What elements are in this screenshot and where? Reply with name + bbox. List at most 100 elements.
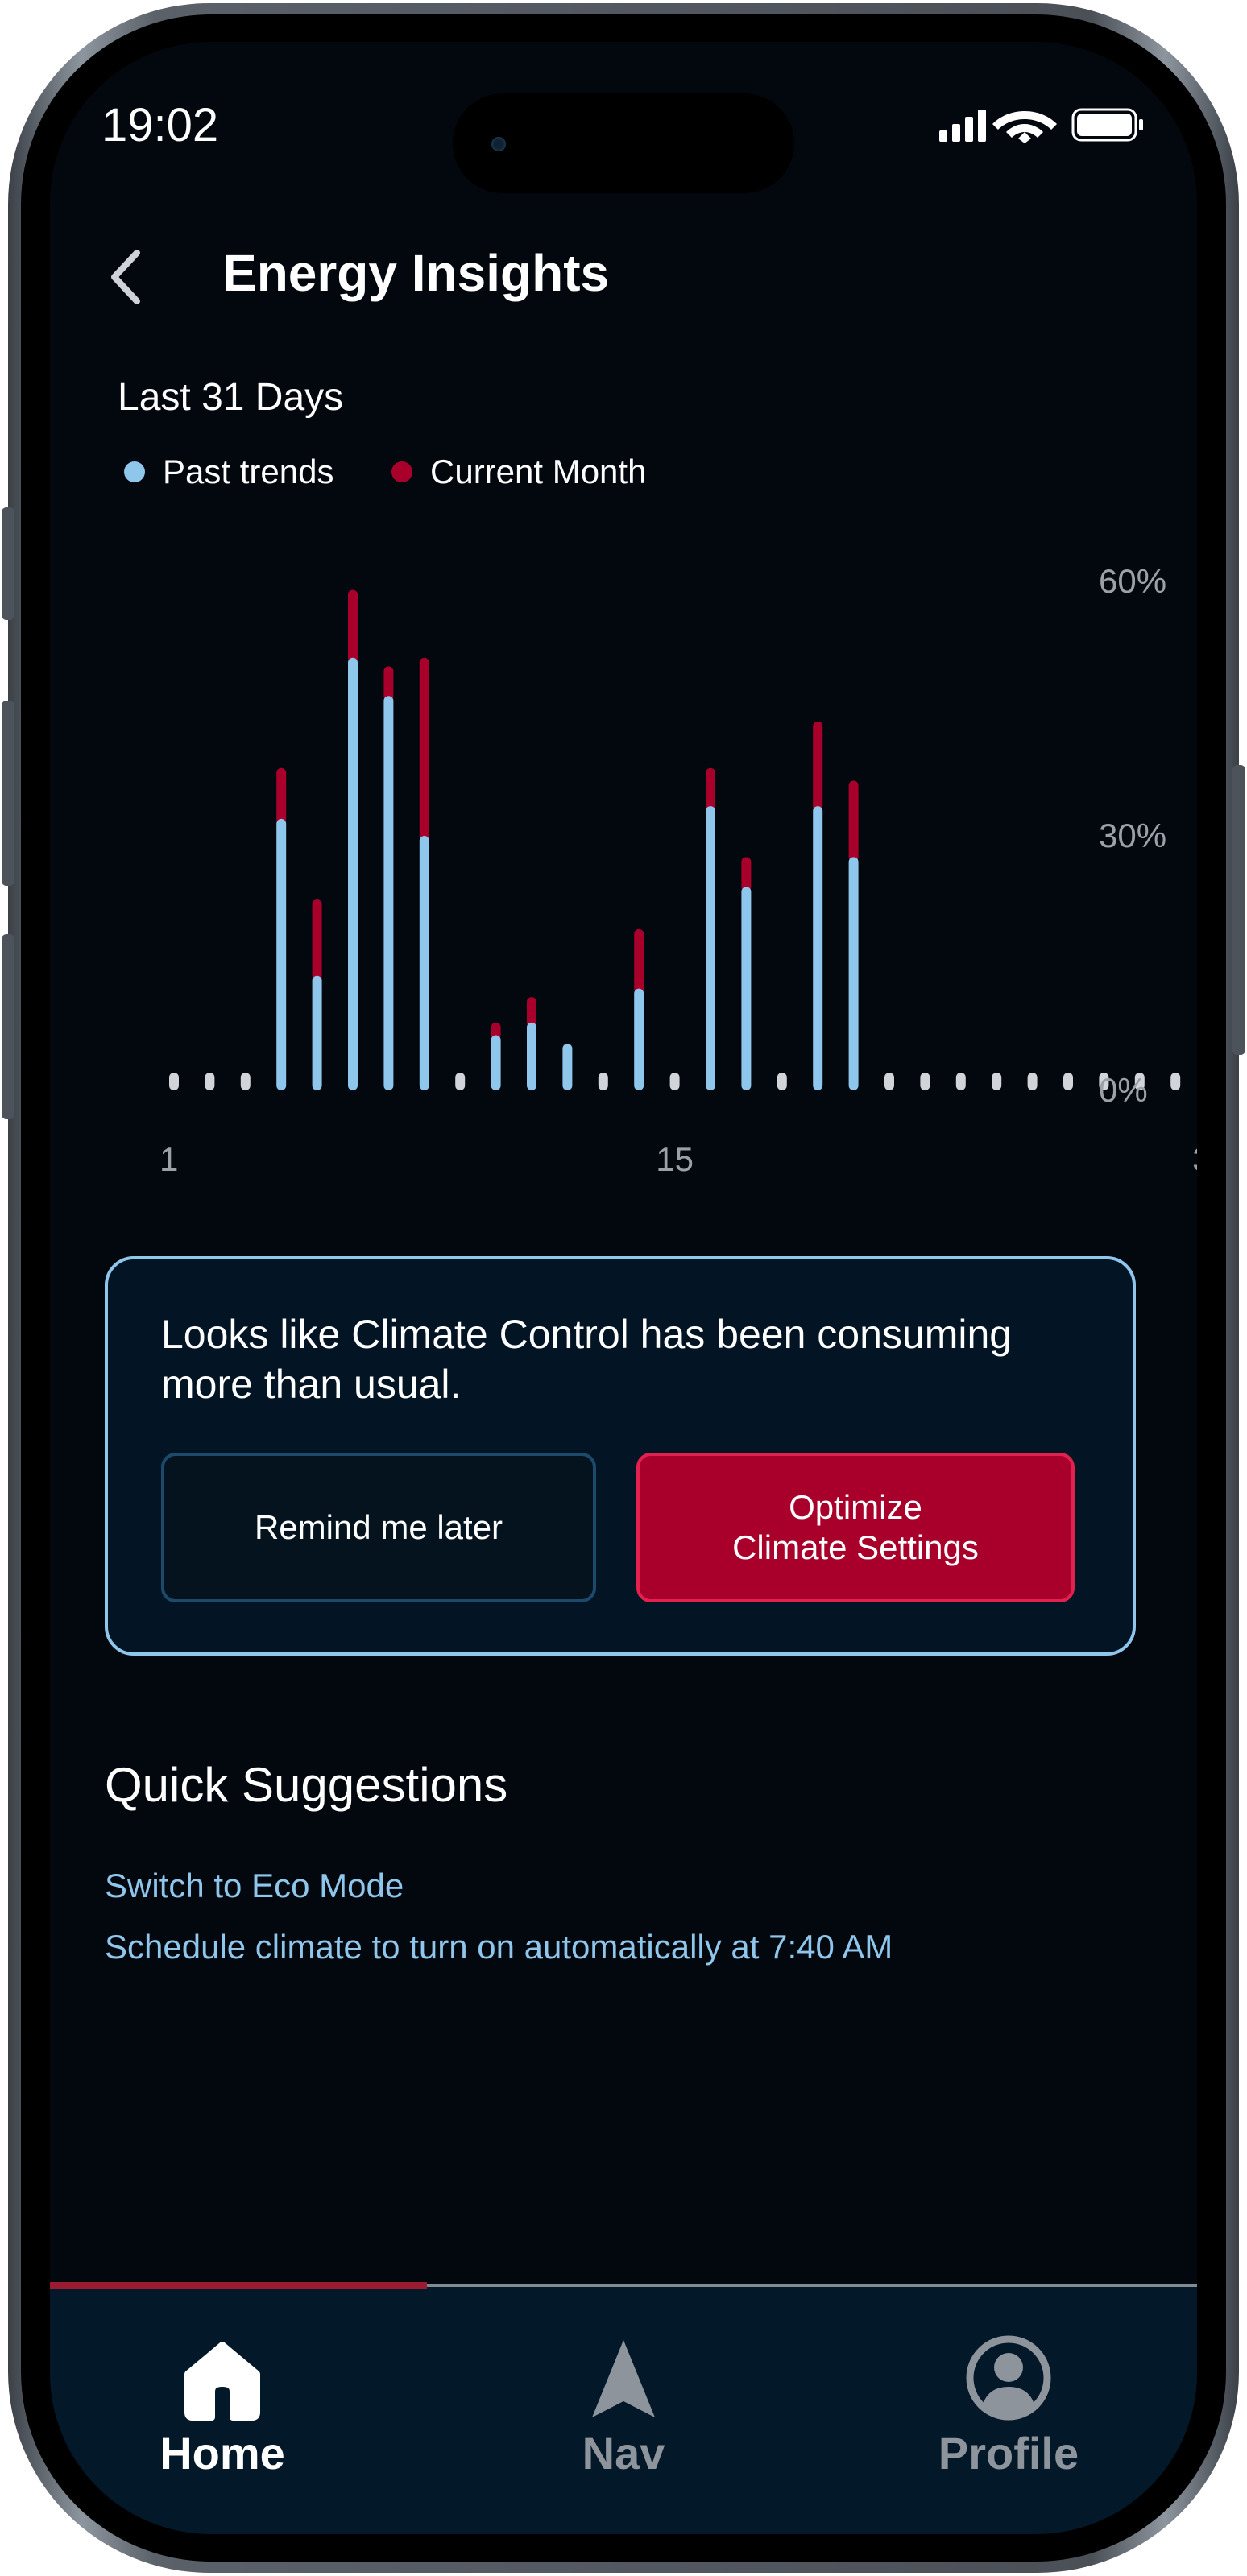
bar-past-trends-day-10 — [491, 1035, 501, 1090]
legend-dot-past-trends — [124, 461, 145, 482]
volume-down-button — [2, 934, 14, 1119]
bar-past-trends-day-7 — [383, 696, 394, 1090]
empty-bar-marker-day-29 — [1170, 1073, 1181, 1090]
bar-past-trends-day-5 — [312, 975, 322, 1090]
legend-item-past-trends: Past trends — [124, 453, 334, 491]
bar-past-trends-day-17 — [741, 887, 752, 1090]
tab-nav-label: Nav — [582, 2428, 665, 2479]
chart-range-label: Last 31 Days — [118, 376, 344, 419]
y-tick-label-1: 30% — [1099, 817, 1166, 854]
bar-day-12 — [562, 1044, 573, 1090]
legend-label-current-month: Current Month — [430, 453, 647, 490]
tab-nav[interactable]: Nav — [478, 2287, 768, 2488]
climate-alert-card: Looks like Climate Control has been cons… — [105, 1256, 1136, 1656]
empty-bar-marker-day-26 — [1063, 1073, 1073, 1090]
bar-day-13 — [598, 1073, 608, 1090]
empty-bar-marker-day-21 — [884, 1073, 894, 1090]
tab-home-label: Home — [160, 2428, 285, 2479]
bar-past-trends-day-19 — [813, 806, 823, 1090]
bar-current-month-day-16 — [706, 767, 715, 812]
bar-day-29 — [1170, 1073, 1181, 1090]
bar-day-26 — [1063, 1073, 1073, 1090]
tab-profile[interactable]: Profile — [864, 2287, 1154, 2488]
bar-current-month-day-17 — [741, 857, 752, 892]
home-icon-shape — [184, 2342, 260, 2421]
x-tick-label-1: 15 — [656, 1140, 694, 1178]
bar-day-18 — [777, 1073, 787, 1090]
bar-past-trends-day-4 — [276, 818, 287, 1090]
tab-profile-label: Profile — [938, 2428, 1079, 2479]
bar-current-month-day-14 — [634, 928, 644, 994]
empty-bar-marker-day-1 — [169, 1073, 179, 1090]
bar-current-month-day-4 — [276, 767, 287, 824]
bar-current-month-day-7 — [383, 666, 394, 701]
bar-past-trends-day-6 — [348, 657, 358, 1090]
active-tab-indicator — [50, 2282, 427, 2289]
alert-message: Looks like Climate Control has been cons… — [161, 1312, 1013, 1407]
chevron-left-icon — [111, 250, 140, 304]
bar-day-6 — [348, 589, 358, 1090]
bar-day-2 — [205, 1073, 215, 1090]
empty-bar-marker-day-15 — [669, 1073, 680, 1090]
page-title: Energy Insights — [222, 244, 610, 302]
bar-day-10 — [491, 1022, 501, 1090]
bar-current-month-day-19 — [813, 721, 823, 812]
bar-day-20 — [848, 780, 859, 1090]
bar-day-23 — [955, 1073, 966, 1090]
cellular-signal-icon — [939, 110, 986, 142]
bar-day-24 — [992, 1073, 1002, 1090]
status-icons — [939, 108, 1143, 143]
bar-day-5 — [312, 899, 322, 1090]
quick-suggestions-title: Quick Suggestions — [105, 1758, 508, 1812]
empty-bar-marker-day-23 — [955, 1073, 966, 1090]
action-button — [2, 507, 14, 620]
back-button[interactable] — [103, 245, 151, 309]
empty-bar-marker-day-24 — [992, 1073, 1002, 1090]
front-camera — [491, 137, 506, 151]
bar-current-month-day-8 — [419, 657, 429, 841]
empty-bar-marker-day-3 — [240, 1073, 251, 1090]
legend-dot-current-month — [392, 461, 412, 482]
y-tick-label-2: 0% — [1099, 1071, 1148, 1109]
bar-day-16 — [706, 767, 715, 1090]
empty-bar-marker-day-9 — [455, 1073, 466, 1090]
empty-bar-marker-day-25 — [1027, 1073, 1038, 1090]
home-icon — [184, 2342, 260, 2421]
dynamic-island — [453, 93, 794, 193]
bar-past-trends-day-12 — [562, 1044, 573, 1090]
remind-later-button[interactable]: Remind me later — [161, 1453, 596, 1602]
energy-usage-chart: 60% 30% 0% 1 15 30 — [160, 562, 1197, 1178]
bar-day-11 — [527, 997, 536, 1090]
profile-icon — [966, 2335, 1051, 2421]
empty-bar-marker-day-2 — [205, 1073, 215, 1090]
legend-item-current-month: Current Month — [392, 453, 646, 491]
bar-current-month-day-20 — [848, 780, 859, 862]
bar-day-25 — [1027, 1073, 1038, 1090]
bar-day-17 — [741, 857, 752, 1090]
optimize-climate-button[interactable]: Optimize Climate Settings — [636, 1453, 1075, 1602]
x-tick-label-2: 30 — [1192, 1140, 1197, 1178]
y-tick-label-0: 60% — [1099, 562, 1166, 600]
status-time: 19:02 — [102, 99, 219, 151]
empty-bar-marker-day-18 — [777, 1073, 787, 1090]
bar-day-9 — [455, 1073, 466, 1090]
bar-day-21 — [884, 1073, 894, 1090]
suggestion-schedule-climate-link[interactable]: Schedule climate to turn on automaticall… — [105, 1928, 893, 1966]
bar-current-month-day-5 — [312, 899, 322, 981]
empty-bar-marker-day-22 — [920, 1073, 930, 1090]
tab-bar: Home Nav Profile — [50, 2287, 1197, 2534]
bar-past-trends-day-16 — [706, 806, 715, 1090]
navigation-arrow-icon — [592, 2340, 655, 2417]
empty-bar-marker-day-13 — [598, 1073, 608, 1090]
bar-day-1 — [169, 1073, 179, 1090]
tab-home[interactable]: Home — [77, 2287, 367, 2488]
suggestion-eco-mode-link[interactable]: Switch to Eco Mode — [105, 1867, 404, 1905]
bar-past-trends-day-8 — [419, 836, 429, 1090]
app-screen: 19:02 Energy Insights Last 31 Days Past … — [50, 42, 1197, 2534]
bar-past-trends-day-11 — [527, 1022, 536, 1090]
bar-day-15 — [669, 1073, 680, 1090]
bar-past-trends-day-14 — [634, 988, 644, 1090]
bar-day-14 — [634, 928, 644, 1090]
volume-up-button — [2, 701, 14, 886]
legend-label-past-trends: Past trends — [163, 453, 334, 490]
